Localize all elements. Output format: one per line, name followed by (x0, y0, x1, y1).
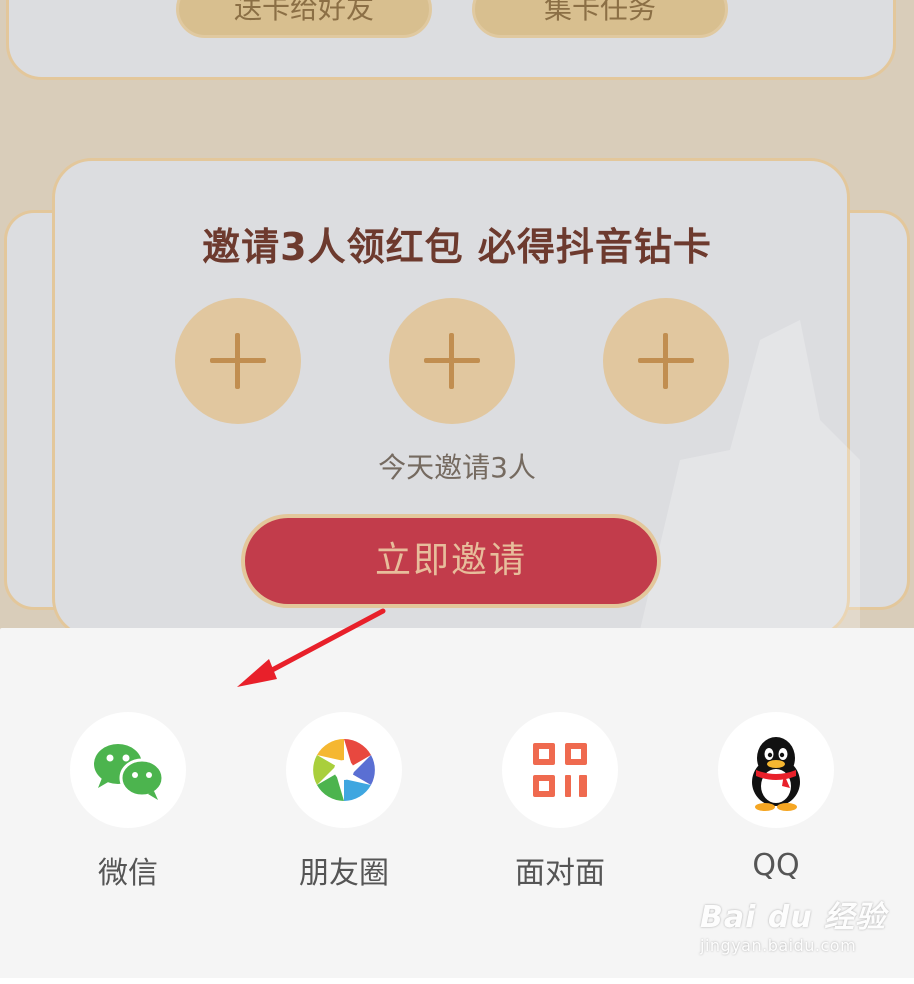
share-face-to-face-label: 面对面 (515, 856, 605, 891)
watermark-sub: jingyan.baidu.com (700, 936, 857, 955)
share-face-to-face-button[interactable]: 面对面 (485, 712, 635, 892)
qr-code-icon (502, 712, 618, 828)
share-moments-button[interactable]: 朋友圈 (269, 712, 419, 892)
send-card-button[interactable]: 送卡给好友 (176, 0, 432, 38)
baidu-jingyan-watermark: Bai du 经验 jingyan.baidu.com (700, 892, 910, 964)
share-qq-label: QQ (752, 848, 800, 883)
moments-icon (286, 712, 402, 828)
invite-now-button[interactable]: 立即邀请 (241, 514, 661, 608)
qq-icon (718, 712, 834, 828)
share-qq-button[interactable]: QQ (701, 712, 851, 883)
invite-slot-1-plus-icon[interactable] (175, 298, 301, 424)
watermark-main: Bai du 经验 (700, 900, 887, 935)
background-page: 送卡给好友 集卡任务 邀请3人领红包 必得抖音钻卡 今天邀请3人 立即邀请 (0, 0, 914, 630)
share-wechat-label: 微信 (98, 856, 158, 891)
wechat-icon (70, 712, 186, 828)
invite-slot-2-plus-icon[interactable] (389, 298, 515, 424)
pointer-arrow-annotation (237, 608, 386, 687)
share-wechat-button[interactable]: 微信 (53, 712, 203, 892)
invite-title: 邀请3人领红包 必得抖音钻卡 (202, 225, 712, 269)
card-tasks-button[interactable]: 集卡任务 (472, 0, 728, 38)
invite-slot-3-plus-icon[interactable] (603, 298, 729, 424)
card-panel (6, 0, 896, 80)
share-moments-label: 朋友圈 (299, 856, 389, 891)
invite-subtitle: 今天邀请3人 (378, 451, 536, 484)
